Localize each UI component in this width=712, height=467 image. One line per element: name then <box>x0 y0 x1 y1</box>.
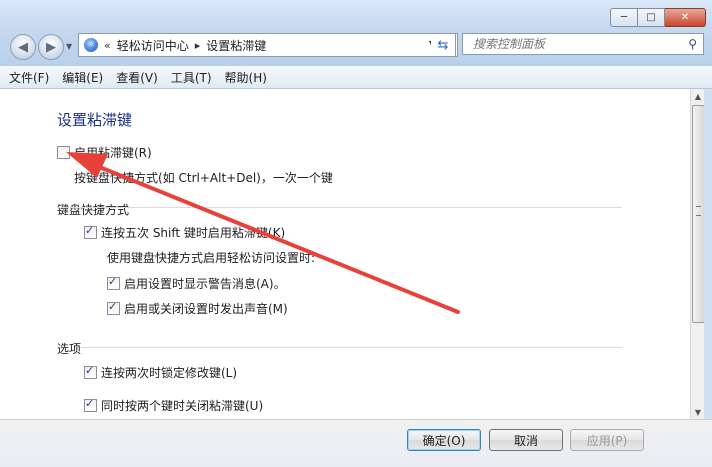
menu-file[interactable]: 文件(F) <box>9 69 49 86</box>
breadcrumb-ease-of-access[interactable]: 轻松访问中心 <box>117 37 189 54</box>
sound-box[interactable] <box>107 300 120 315</box>
enable-sticky-keys-box[interactable] <box>57 146 70 159</box>
ok-button[interactable]: 确定(O) <box>407 429 481 451</box>
lock-modifier-box[interactable] <box>84 364 97 379</box>
warn-message-label: 启用设置时显示警告消息(A)。 <box>124 277 286 291</box>
menu-bar: 文件(F) 编辑(E) 查看(V) 工具(T) 帮助(H) <box>0 66 712 89</box>
breadcrumb-sticky-keys: 设置粘滞键 <box>206 38 267 53</box>
menu-help[interactable]: 帮助(H) <box>225 69 267 86</box>
options-section-title: 选项 <box>57 342 82 356</box>
window-controls: ─ □ ✕ <box>610 8 706 27</box>
back-arrow-icon: ◀ <box>18 39 28 55</box>
close-button[interactable]: ✕ <box>665 8 706 27</box>
shift5-box[interactable] <box>84 224 97 239</box>
menu-view[interactable]: 查看(V) <box>116 69 158 86</box>
search-input[interactable] <box>471 36 675 52</box>
window-titlebar: ─ □ ✕ ◀ ▶ ▼ ☼ « 轻松访问中心 ▸ 设置粘滞键 ▼ ⇆ ⚲ <box>0 0 712 66</box>
enable-sticky-keys-description: 按键盘快捷方式(如 Ctrl+Alt+Del)，一次一个键 <box>74 171 333 185</box>
search-icon[interactable]: ⚲ <box>688 37 697 51</box>
section-divider <box>57 207 622 208</box>
shortcut-description: 使用键盘快捷方式启用轻松访问设置时: <box>107 251 316 265</box>
window-frame <box>704 89 712 466</box>
two-keys-label: 同时按两个键时关闭粘滞键(U) <box>101 399 264 413</box>
recent-pages-dropdown[interactable]: ▼ <box>66 42 72 51</box>
maximize-button[interactable]: □ <box>638 8 665 27</box>
two-keys-box[interactable] <box>84 397 97 412</box>
enable-sticky-keys-checkbox[interactable]: 启用粘滞键(R) <box>57 144 152 161</box>
sound-checkbox[interactable]: 启用或关闭设置时发出声音(M) <box>107 300 288 317</box>
breadcrumb-root[interactable]: « <box>104 39 111 52</box>
menu-tools[interactable]: 工具(T) <box>171 69 212 86</box>
address-bar[interactable]: ☼ « 轻松访问中心 ▸ 设置粘滞键 ▼ <box>78 33 458 57</box>
apply-button[interactable]: 应用(P) <box>570 429 644 451</box>
sound-label: 启用或关闭设置时发出声音(M) <box>124 302 288 316</box>
refresh-icon: ⇆ <box>437 37 449 53</box>
grip-icon <box>696 206 701 216</box>
shift5-checkbox[interactable]: 连按五次 Shift 键时启用粘滞键(K) <box>84 224 285 241</box>
vertical-scrollbar[interactable]: ▲ ▼ <box>690 89 705 419</box>
lock-modifier-checkbox[interactable]: 连按两次时锁定修改键(L) <box>84 364 237 381</box>
warn-message-checkbox[interactable]: 启用设置时显示警告消息(A)。 <box>107 275 286 292</box>
page-title: 设置粘滞键 <box>57 111 133 129</box>
section-divider <box>81 347 622 348</box>
forward-button[interactable]: ▶ <box>38 34 64 60</box>
minimize-button[interactable]: ─ <box>610 8 638 27</box>
enable-sticky-keys-label: 启用粘滞键(R) <box>74 146 152 160</box>
back-button[interactable]: ◀ <box>10 34 36 60</box>
scroll-down-icon[interactable]: ▼ <box>691 405 705 419</box>
scroll-up-icon[interactable]: ▲ <box>691 89 705 103</box>
shift5-label: 连按五次 Shift 键时启用粘滞键(K) <box>101 226 286 240</box>
content-pane: 设置粘滞键 启用粘滞键(R) 按键盘快捷方式(如 Ctrl+Alt+Del)，一… <box>0 89 690 419</box>
cancel-button[interactable]: 取消 <box>489 429 563 451</box>
menu-edit[interactable]: 编辑(E) <box>62 69 103 86</box>
dialog-button-bar: 确定(O) 取消 应用(P) <box>0 419 712 467</box>
forward-arrow-icon: ▶ <box>46 39 56 55</box>
breadcrumb-separator-icon[interactable]: ▸ <box>195 39 201 52</box>
lock-modifier-label: 连按两次时锁定修改键(L) <box>101 366 238 380</box>
search-box[interactable]: ⚲ <box>462 33 704 55</box>
shortcut-section-title: 键盘快捷方式 <box>57 203 130 217</box>
refresh-button[interactable]: ⇆ <box>431 33 456 57</box>
two-keys-checkbox[interactable]: 同时按两个键时关闭粘滞键(U) <box>84 397 263 414</box>
warn-message-box[interactable] <box>107 275 120 290</box>
control-panel-icon: ☼ <box>84 38 98 52</box>
